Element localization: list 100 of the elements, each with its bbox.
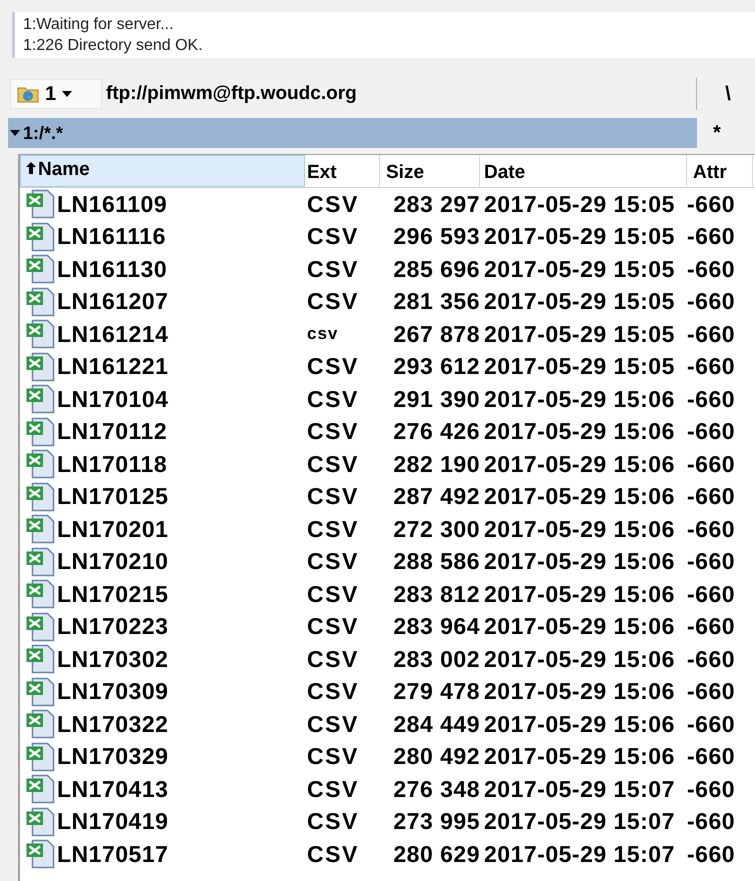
file-name[interactable]: LN170118 [20,449,305,480]
file-attributes: -660 [687,418,736,446]
file-date: 2017-05-29 15:05 [483,288,676,316]
spreadsheet-file-icon [25,774,55,804]
file-name[interactable]: LN170517 [20,839,305,870]
file-extension: CSV [306,483,360,510]
file-date: 2017-05-29 15:07 [483,808,676,836]
column-header[interactable]: Attr [687,155,753,187]
file-extension: CSV [306,353,360,380]
file-size: 280 629 [392,840,480,868]
file-date: 2017-05-29 15:06 [483,646,676,673]
spreadsheet-file-icon [25,352,55,382]
file-name[interactable]: LN161207 [20,286,305,317]
filter-button[interactable]: * [713,122,721,144]
spreadsheet-file-icon [25,482,55,512]
file-size: 279 478 [392,678,480,706]
file-extension: CSV [306,450,360,478]
spreadsheet-file-icon [25,709,55,740]
spreadsheet-file-icon [25,416,55,447]
column-header[interactable]: Date [480,155,687,187]
file-attributes: -660 [687,646,736,673]
file-name[interactable]: LN161109 [20,189,305,220]
filter-bar[interactable]: 1:/*.* [8,118,697,148]
file-name[interactable]: LN170201 [20,514,305,544]
file-extension: CSV [306,678,360,706]
file-date: 2017-05-29 15:07 [483,840,676,868]
file-size: 281 356 [392,288,480,316]
file-extension: CSV [306,288,360,316]
file-attributes: -660 [687,516,736,543]
root-button[interactable]: \ [713,82,743,106]
file-size: 282 190 [392,450,480,478]
spreadsheet-file-icon [25,449,55,480]
file-attributes: -660 [687,743,736,770]
column-header[interactable]: Name [20,155,305,187]
file-name[interactable]: LN170223 [20,612,305,642]
log-line: 1:226 Directory send OK. [23,36,204,56]
spreadsheet-file-icon [25,742,55,772]
file-attributes: -660 [687,580,736,608]
file-extension: CSV [306,646,360,673]
file-size: 276 426 [392,418,480,446]
spreadsheet-file-icon [25,546,55,577]
file-size: 283 812 [392,580,480,608]
file-extension: csv [306,324,340,344]
file-extension: CSV [306,613,360,640]
file-date: 2017-05-29 15:06 [483,483,676,510]
file-date: 2017-05-29 15:06 [483,710,676,738]
spreadsheet-file-icon [25,644,55,674]
file-name[interactable]: LN170125 [20,482,305,512]
file-date: 2017-05-29 15:06 [483,743,676,770]
column-header[interactable]: Size [380,155,480,187]
file-name[interactable]: LN170329 [20,742,305,772]
file-attributes: -660 [687,678,736,706]
file-attributes: -660 [687,613,736,640]
file-name[interactable]: LN161214 [20,319,305,350]
file-size: 283 297 [392,190,480,218]
file-size: 291 390 [392,386,480,413]
log-line: 1:Waiting for server... [23,15,175,35]
file-date: 2017-05-29 15:06 [483,386,676,413]
caret-icon [62,91,72,97]
file-attributes: -660 [687,776,736,803]
file-size: 283 964 [392,613,480,640]
file-date: 2017-05-29 15:06 [483,678,676,706]
file-name[interactable]: LN170210 [20,546,305,577]
file-name[interactable]: LN170309 [20,676,305,707]
file-attributes: -660 [687,256,736,283]
file-name[interactable]: LN161116 [20,222,305,252]
file-extension: CSV [306,256,360,283]
file-name[interactable]: LN170302 [20,644,305,674]
file-attributes: -660 [687,288,736,316]
file-date: 2017-05-29 15:06 [483,548,676,576]
spreadsheet-file-icon [25,384,55,414]
spreadsheet-file-icon [25,254,55,284]
file-extension: CSV [306,743,360,770]
file-date: 2017-05-29 15:05 [483,353,676,380]
column-header[interactable]: Ext [305,155,380,187]
file-name[interactable]: LN170215 [20,579,305,610]
spreadsheet-file-icon [25,189,55,220]
drive-selector[interactable]: 1 [10,79,102,109]
file-date: 2017-05-29 15:06 [483,516,676,543]
file-name[interactable]: LN170104 [20,384,305,414]
file-name[interactable]: LN170413 [20,774,305,804]
file-date: 2017-05-29 15:07 [483,776,676,803]
file-attributes: -660 [687,483,736,510]
spreadsheet-file-icon [25,514,55,544]
file-attributes: -660 [687,840,736,868]
file-size: 283 002 [392,646,480,673]
file-date: 2017-05-29 15:05 [483,320,676,348]
file-attributes: -660 [687,353,736,380]
spreadsheet-file-icon [25,612,55,642]
spreadsheet-file-icon [25,286,55,317]
file-size: 267 878 [392,320,480,348]
file-name[interactable]: LN161221 [20,352,305,382]
file-date: 2017-05-29 15:06 [483,450,676,478]
file-name[interactable]: LN170112 [20,416,305,447]
file-size: 284 449 [392,710,480,738]
file-extension: CSV [306,710,360,738]
file-name[interactable]: LN161130 [20,254,305,284]
file-name[interactable]: LN170419 [20,806,305,837]
file-name[interactable]: LN170322 [20,709,305,740]
sort-arrow-icon [26,162,36,174]
